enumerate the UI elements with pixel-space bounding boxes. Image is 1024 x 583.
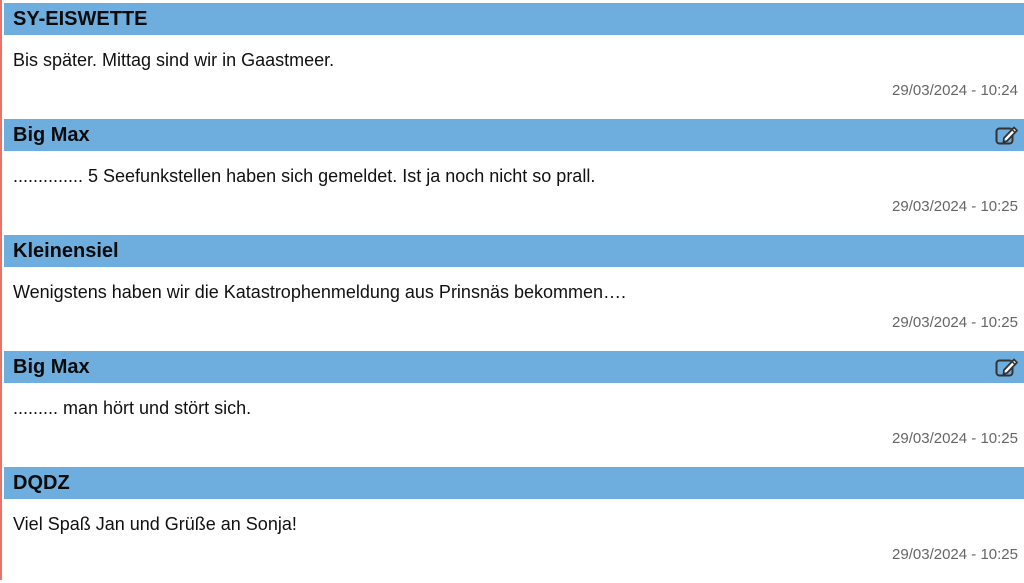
page-left-border xyxy=(0,0,2,580)
message-item: Big Max .............. 5 Seefunkstellen … xyxy=(4,119,1024,235)
message-author: Kleinensiel xyxy=(13,240,119,262)
message-timestamp: 29/03/2024 - 10:25 xyxy=(892,198,1018,215)
message-author: SY-EISWETTE xyxy=(13,8,148,30)
message-feed: SY-EISWETTE Bis später. Mittag sind wir … xyxy=(4,3,1024,583)
message-header: Big Max xyxy=(4,351,1024,383)
message-header: Big Max xyxy=(4,119,1024,151)
message-timestamp: 29/03/2024 - 10:25 xyxy=(892,314,1018,331)
message-item: DQDZ Viel Spaß Jan und Grüße an Sonja! 2… xyxy=(4,467,1024,583)
message-header: DQDZ xyxy=(4,467,1024,499)
message-text: Bis später. Mittag sind wir in Gaastmeer… xyxy=(13,50,335,70)
message-text: .............. 5 Seefunkstellen haben si… xyxy=(13,166,596,186)
message-timestamp: 29/03/2024 - 10:24 xyxy=(892,82,1018,99)
message-timestamp: 29/03/2024 - 10:25 xyxy=(892,546,1018,563)
message-text: Viel Spaß Jan und Grüße an Sonja! xyxy=(13,514,297,534)
message-author: DQDZ xyxy=(13,472,70,494)
edit-icon[interactable] xyxy=(995,124,1019,146)
message-header: Kleinensiel xyxy=(4,235,1024,267)
message-item: Kleinensiel Wenigstens haben wir die Kat… xyxy=(4,235,1024,351)
message-timestamp: 29/03/2024 - 10:25 xyxy=(892,430,1018,447)
message-author: Big Max xyxy=(13,124,90,146)
message-item: SY-EISWETTE Bis später. Mittag sind wir … xyxy=(4,3,1024,119)
message-header: SY-EISWETTE xyxy=(4,3,1024,35)
message-item: Big Max ......... man hört und stört sic… xyxy=(4,351,1024,467)
message-author: Big Max xyxy=(13,356,90,378)
message-text: Wenigstens haben wir die Katastrophenmel… xyxy=(13,282,627,302)
edit-icon[interactable] xyxy=(995,356,1019,378)
message-text: ......... man hört und stört sich. xyxy=(13,398,252,418)
